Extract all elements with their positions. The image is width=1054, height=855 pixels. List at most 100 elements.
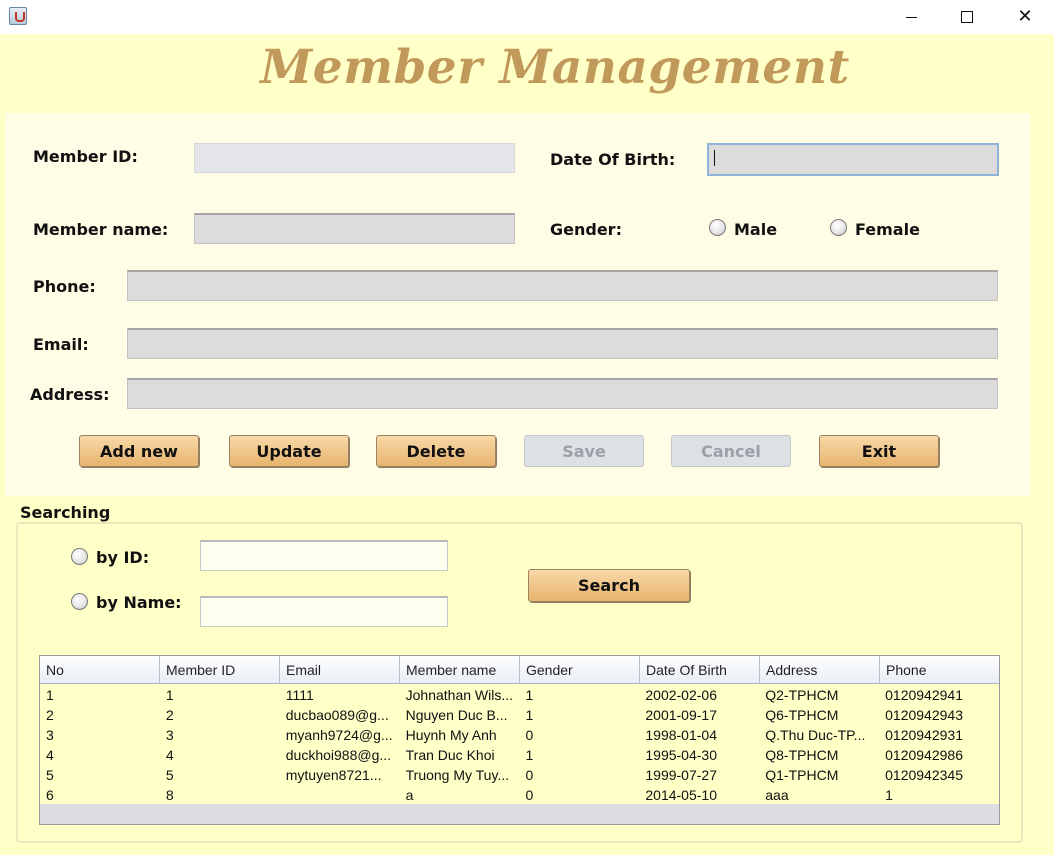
gender-female-label[interactable]: Female (855, 220, 920, 239)
email-field[interactable] (127, 328, 998, 359)
gender-label: Gender: (550, 220, 622, 239)
table-cell: 1999-07-27 (645, 767, 717, 783)
column-header-phone[interactable]: Phone (880, 656, 999, 684)
java-cup-icon (9, 7, 27, 25)
date-of-birth-field[interactable] (707, 143, 999, 176)
table-cell: mytuyen8721... (285, 767, 382, 783)
delete-button[interactable]: Delete (376, 435, 496, 467)
table-cell: 2 (46, 707, 54, 723)
table-cell: 1 (525, 687, 534, 703)
table-cell: 1111 (285, 687, 314, 703)
text-caret (714, 150, 715, 166)
table-cell: Nguyen Duc B... (405, 707, 508, 723)
gender-female-radio[interactable] (830, 219, 847, 236)
close-icon: ✕ (1017, 6, 1033, 27)
minimize-icon (905, 16, 917, 18)
table-cell: Tran Duc Khoi (405, 747, 495, 763)
address-field[interactable] (127, 378, 998, 409)
exit-button[interactable]: Exit (819, 435, 939, 467)
column-header-member-id[interactable]: Member ID (160, 656, 280, 684)
table-row[interactable]: 6 8 a 0 2014-05-10 aaa 1 (40, 785, 999, 805)
column-header-address[interactable]: Address (760, 656, 880, 684)
table-cell: aaa (765, 787, 789, 803)
table-row[interactable]: 3 3 myanh9724@g... Huynh My Anh 0 1998-01-04 Q… (40, 725, 999, 745)
table-cell: 0 (525, 727, 534, 743)
window-titlebar: ✕ (0, 0, 1054, 34)
member-form-panel: Member ID: Date Of Birth: Member name: G… (5, 113, 1030, 496)
table-header: No Member ID Email Member name Gender Da… (40, 656, 999, 684)
members-table[interactable]: No Member ID Email Member name Gender Da… (39, 655, 1000, 825)
table-cell (280, 785, 400, 805)
column-header-date-of-birth[interactable]: Date Of Birth (640, 656, 760, 684)
close-button[interactable]: ✕ (996, 0, 1054, 34)
table-cell: Q2-TPHCM (765, 687, 839, 703)
column-header-email[interactable]: Email (280, 656, 400, 684)
column-header-member-name[interactable]: Member name (400, 656, 520, 684)
search-by-id-label[interactable]: by ID: (96, 548, 149, 567)
phone-field[interactable] (127, 270, 998, 301)
table-cell: 2001-09-17 (645, 707, 717, 723)
table-row[interactable]: 1 1 1111 Johnathan Wils... 1 2002-02-06 Q2-TPH… (40, 685, 999, 705)
column-header-gender[interactable]: Gender (520, 656, 640, 684)
gender-male-label[interactable]: Male (734, 220, 777, 239)
table-cell: Q.Thu Duc-TP... (765, 727, 866, 743)
table-cell: a (405, 787, 414, 803)
table-empty-area (40, 804, 999, 824)
gender-male-radio[interactable] (709, 219, 726, 236)
table-cell: 2002-02-06 (645, 687, 717, 703)
page-title: Member Management (260, 40, 850, 95)
save-button[interactable]: Save (524, 435, 644, 467)
cancel-button[interactable]: Cancel (671, 435, 791, 467)
table-cell: Huynh My Anh (405, 727, 497, 743)
table-cell: 5 (165, 767, 174, 783)
column-header-no[interactable]: No (40, 656, 160, 684)
table-row[interactable]: 4 4 duckhoi988@g... Tran Duc Khoi 1 1995-04-3… (40, 745, 999, 765)
table-cell: Q8-TPHCM (765, 747, 839, 763)
table-body: 1 1 1111 Johnathan Wils... 1 2002-02-06 Q2-TPH… (40, 685, 999, 805)
table-cell: ducbao089@g... (285, 707, 389, 723)
table-cell: 1 (165, 687, 174, 703)
search-by-name-input[interactable] (200, 596, 448, 627)
table-cell: 4 (165, 747, 174, 763)
search-section-title: Searching (20, 503, 111, 522)
table-cell: 0120942345 (885, 767, 963, 783)
search-by-name-label[interactable]: by Name: (96, 593, 182, 612)
table-cell: 3 (46, 727, 54, 743)
table-cell: 1 (885, 787, 893, 803)
table-cell: myanh9724@g... (285, 727, 393, 743)
member-name-field[interactable] (194, 213, 515, 244)
table-cell: 1 (525, 747, 534, 763)
member-id-label: Member ID: (33, 147, 138, 166)
table-row[interactable]: 2 2 ducbao089@g... Nguyen Duc B... 1 2001-09-… (40, 705, 999, 725)
table-cell: Q1-TPHCM (765, 767, 839, 783)
phone-label: Phone: (33, 277, 96, 296)
search-by-id-radio[interactable] (71, 548, 88, 565)
table-cell: 1 (525, 707, 534, 723)
table-cell: 0120942943 (885, 707, 963, 723)
maximize-button[interactable] (938, 0, 996, 34)
search-by-name-radio[interactable] (71, 593, 88, 610)
table-cell: Johnathan Wils... (405, 687, 514, 703)
update-button[interactable]: Update (229, 435, 349, 467)
table-cell: 3 (165, 727, 174, 743)
table-cell: 0 (525, 787, 534, 803)
table-cell: 2 (165, 707, 174, 723)
table-row[interactable]: 5 5 mytuyen8721... Truong My Tuy... 0 1999-07… (40, 765, 999, 785)
minimize-button[interactable] (882, 0, 940, 34)
member-id-field[interactable] (194, 143, 515, 173)
email-label: Email: (33, 335, 89, 354)
table-cell: 1998-01-04 (645, 727, 717, 743)
table-cell: Q6-TPHCM (765, 707, 839, 723)
address-label: Address: (30, 385, 110, 404)
search-by-id-input[interactable] (200, 540, 448, 571)
maximize-icon (961, 11, 973, 23)
search-button[interactable]: Search (528, 569, 690, 602)
table-cell: 4 (46, 747, 54, 763)
table-cell: 0120942986 (885, 747, 963, 763)
table-cell: 2014-05-10 (645, 787, 717, 803)
add-new-button[interactable]: Add new (79, 435, 199, 467)
table-cell: 1 (46, 687, 54, 703)
table-cell: duckhoi988@g... (285, 747, 392, 763)
member-name-label: Member name: (33, 220, 169, 239)
table-cell: 0120942931 (885, 727, 963, 743)
